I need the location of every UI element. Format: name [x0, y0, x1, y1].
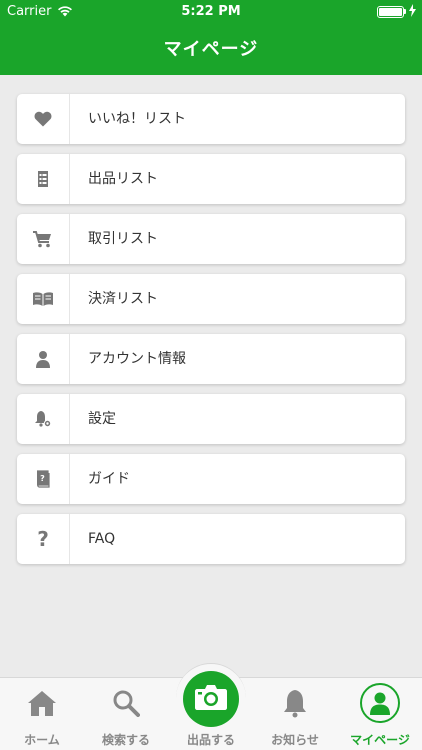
search-icon	[84, 686, 168, 720]
menu-item-transactions[interactable]: 取引リスト	[17, 214, 405, 264]
menu-item-label: 出品リスト	[88, 171, 158, 187]
menu-item-guide[interactable]: ? ガイド	[17, 454, 405, 504]
menu-item-label: 設定	[88, 411, 116, 427]
battery-icon	[377, 6, 404, 18]
cart-icon	[17, 214, 70, 264]
menu-item-faq[interactable]: ? FAQ	[17, 514, 405, 564]
tab-notifications[interactable]: お知らせ	[253, 678, 337, 750]
tab-label: 検索する	[101, 733, 150, 747]
menu-item-payments[interactable]: 決済リスト	[17, 274, 405, 324]
status-bar: Carrier 5:22 PM	[0, 0, 422, 22]
mypage-menu: いいね！リスト 出品リスト 取引リスト 決済リスト アカウント情報 設定 ? ガ…	[17, 94, 405, 574]
person-icon	[17, 334, 70, 384]
open-book-icon	[17, 274, 70, 324]
guide-book-icon: ?	[17, 454, 70, 504]
sell-camera-button[interactable]	[183, 671, 239, 727]
app-header: Carrier 5:22 PM マイページ	[0, 0, 422, 75]
page-title: マイページ	[163, 39, 259, 60]
svg-text:?: ?	[40, 474, 45, 483]
tab-home[interactable]: ホーム	[0, 678, 84, 750]
heart-icon	[17, 94, 70, 144]
menu-item-label: 取引リスト	[88, 231, 158, 247]
menu-item-settings[interactable]: 設定	[17, 394, 405, 444]
tab-label: お知らせ	[271, 733, 319, 747]
tab-label: ホーム	[24, 733, 60, 747]
list-document-icon	[17, 154, 70, 204]
question-glyph: ?	[37, 527, 49, 551]
menu-item-label: アカウント情報	[88, 351, 186, 367]
menu-item-likes[interactable]: いいね！リスト	[17, 94, 405, 144]
profile-icon	[338, 683, 422, 723]
tab-label: マイページ	[350, 733, 410, 747]
tab-mypage[interactable]: マイページ	[338, 678, 422, 750]
menu-item-label: 決済リスト	[88, 291, 158, 307]
tab-search[interactable]: 検索する	[84, 678, 168, 750]
menu-item-label: いいね！リスト	[88, 111, 186, 127]
clock: 5:22 PM	[181, 4, 241, 19]
tab-label: 出品する	[186, 733, 235, 747]
bell-icon	[253, 686, 337, 720]
bell-gear-icon	[17, 394, 70, 444]
home-icon	[0, 686, 84, 720]
question-icon: ?	[17, 514, 70, 564]
camera-icon	[194, 683, 228, 715]
menu-item-label: FAQ	[88, 531, 116, 547]
menu-item-listings[interactable]: 出品リスト	[17, 154, 405, 204]
menu-item-label: ガイド	[88, 471, 130, 487]
menu-item-account[interactable]: アカウント情報	[17, 334, 405, 384]
battery-cap	[404, 9, 406, 14]
charging-icon	[409, 4, 416, 21]
